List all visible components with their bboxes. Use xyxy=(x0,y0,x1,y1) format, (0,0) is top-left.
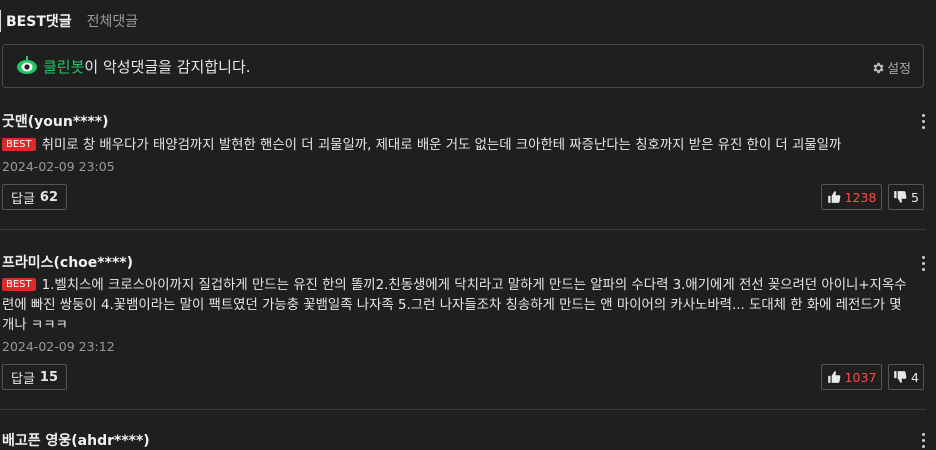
cleanbot-icon xyxy=(15,54,39,78)
comment-author[interactable]: 프라미스(choe****) xyxy=(2,252,133,272)
cleanbot-banner: 클린봇 이 악성댓글을 감지합니다. 설정 xyxy=(2,44,924,88)
comment-body: BEST 취미로 창 배우다가 태양검까지 발현한 핸슨이 더 괴물일까, 제대로… xyxy=(2,136,912,156)
best-badge: BEST xyxy=(2,278,36,291)
dislike-button[interactable]: 4 xyxy=(888,364,924,390)
reply-button[interactable]: 답글 15 xyxy=(2,364,68,390)
more-options-icon[interactable] xyxy=(918,433,928,448)
cleanbot-description: 이 악성댓글을 감지합니다. xyxy=(84,57,251,76)
reply-count: 15 xyxy=(39,369,59,385)
like-count: 1037 xyxy=(844,369,877,385)
dislike-button[interactable]: 5 xyxy=(888,184,924,210)
comment-divider xyxy=(0,229,926,230)
best-badge: BEST xyxy=(2,138,36,151)
thumbs-up-icon xyxy=(827,371,840,383)
like-count: 1238 xyxy=(844,189,877,205)
comment-author[interactable]: 굿맨(youn****) xyxy=(2,111,109,131)
reply-label: 답글 xyxy=(11,371,35,387)
comment-date: 2024-02-09 23:12 xyxy=(2,339,115,354)
dislike-count: 5 xyxy=(911,189,919,205)
like-button[interactable]: 1238 xyxy=(821,184,882,210)
thumbs-down-icon xyxy=(894,371,907,383)
comment-tabs: BEST댓글 전체댓글 xyxy=(0,10,138,32)
comment-text: 취미로 창 배우다가 태양검까지 발현한 핸슨이 더 괴물일까, 제대로 배운 … xyxy=(41,138,842,153)
dislike-count: 4 xyxy=(911,369,919,385)
reply-count: 62 xyxy=(39,189,59,205)
comment-date: 2024-02-09 23:05 xyxy=(2,159,115,174)
more-options-icon[interactable] xyxy=(918,114,928,129)
tab-divider xyxy=(0,10,1,32)
tab-best-comments[interactable]: BEST댓글 xyxy=(6,11,72,31)
reply-label: 답글 xyxy=(11,191,35,207)
cleanbot-settings-button[interactable]: 설정 xyxy=(871,58,911,77)
cleanbot-name[interactable]: 클린봇 xyxy=(43,56,84,77)
like-button[interactable]: 1037 xyxy=(821,364,882,390)
more-options-icon[interactable] xyxy=(918,256,928,271)
tab-all-comments[interactable]: 전체댓글 xyxy=(87,11,139,31)
comment-body: BEST 1.벨치스에 크로스아이까지 질겁하게 만드는 유진 한의 똘끼2.친동… xyxy=(2,276,912,336)
thumbs-down-icon xyxy=(894,191,907,203)
comment-author[interactable]: 배고픈 영웅(ahdr****) xyxy=(2,430,150,450)
thumbs-up-icon xyxy=(827,191,840,203)
reply-button[interactable]: 답글 62 xyxy=(2,184,68,210)
comment-text: 1.벨치스에 크로스아이까지 질겁하게 만드는 유진 한의 똘끼2.친동생에게 … xyxy=(2,278,907,333)
settings-label: 설정 xyxy=(887,62,911,77)
gear-icon xyxy=(873,62,884,73)
comment-divider xyxy=(0,409,926,410)
